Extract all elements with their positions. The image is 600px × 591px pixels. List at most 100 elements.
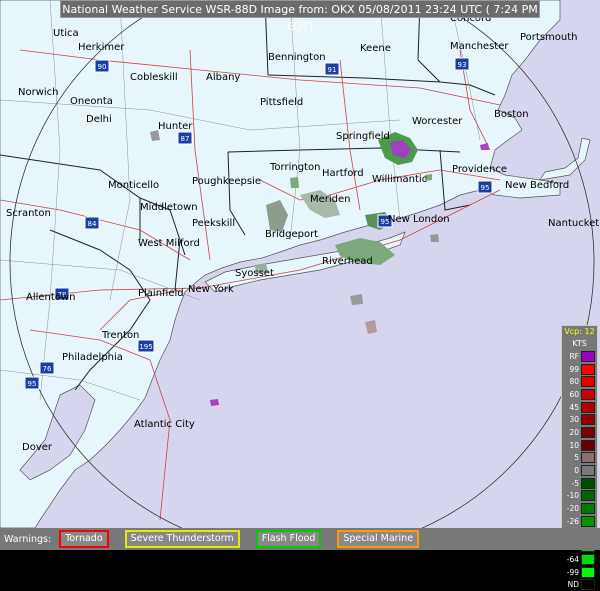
legend-label: RF xyxy=(569,351,579,361)
shield-i91: 91 xyxy=(324,62,340,76)
city-label: Plainfield xyxy=(138,288,184,299)
legend-row: 0 xyxy=(562,464,597,477)
svg-text:91: 91 xyxy=(328,66,337,74)
legend-row: RF xyxy=(562,350,597,363)
city-label: Keene xyxy=(360,43,391,54)
city-label: Manchester xyxy=(450,41,509,52)
legend-row: -20 xyxy=(562,502,597,515)
legend-label: -99 xyxy=(566,567,579,577)
city-label: Bridgeport xyxy=(265,229,318,240)
city-label: New York xyxy=(188,284,234,295)
legend-swatch xyxy=(581,426,595,438)
legend-row: 5 xyxy=(562,452,597,465)
legend-rows: RF9980604530201050-5-10-20-26-36-50-64-9… xyxy=(562,350,597,591)
legend-swatch xyxy=(581,376,595,388)
shield-i95-pa: 95 xyxy=(24,376,40,390)
svg-text:95: 95 xyxy=(28,380,37,388)
city-label: Utica xyxy=(53,28,79,39)
radar-map: 90 93 91 87 95 84 78 195 95 76 95 Utica … xyxy=(0,0,600,528)
radar-title: National Weather Service WSR-88D Image f… xyxy=(60,0,540,33)
city-label: Pittsfield xyxy=(260,97,303,108)
city-label: Allentown xyxy=(26,292,75,303)
city-label: Willimantic xyxy=(372,174,427,185)
city-label: Scranton xyxy=(6,208,51,219)
city-label: Monticello xyxy=(108,180,159,191)
legend-label: -20 xyxy=(566,504,579,514)
tornado-warning-toggle[interactable]: Tornado xyxy=(59,530,109,548)
city-label: Poughkeepsie xyxy=(192,176,261,187)
legend-swatch xyxy=(581,515,595,527)
legend-row: -99 xyxy=(562,566,597,579)
legend-label: 20 xyxy=(569,427,579,437)
legend-row: 99 xyxy=(562,363,597,376)
legend-label: 60 xyxy=(569,389,579,399)
legend-label: 0 xyxy=(574,466,579,476)
city-label: Oneonta xyxy=(70,96,113,107)
legend-swatch xyxy=(581,401,595,413)
shield-i195: 195 xyxy=(137,339,155,353)
city-label: Worcester xyxy=(412,116,463,127)
city-label: Cobleskill xyxy=(130,72,178,83)
city-label: Springfield xyxy=(336,131,390,142)
city-label: Atlantic City xyxy=(134,419,195,430)
legend-swatch xyxy=(581,388,595,400)
legend-swatch xyxy=(581,579,595,591)
legend-row: -5 xyxy=(562,477,597,490)
legend-label: -5 xyxy=(571,478,579,488)
svg-text:76: 76 xyxy=(43,365,52,373)
legend-swatch xyxy=(581,477,595,489)
legend-row: 10 xyxy=(562,439,597,452)
city-label: New London xyxy=(388,214,450,225)
legend-swatch xyxy=(581,350,595,362)
city-label: Norwich xyxy=(18,87,59,98)
city-label: Herkimer xyxy=(78,42,125,53)
svg-text:93: 93 xyxy=(458,61,467,69)
legend-row: -10 xyxy=(562,490,597,503)
city-label: Dover xyxy=(22,442,53,453)
legend-swatch xyxy=(581,503,595,515)
legend-label: -10 xyxy=(566,491,579,501)
city-label: Hunter xyxy=(158,121,193,132)
city-label: Middletown xyxy=(140,202,198,213)
svg-text:84: 84 xyxy=(88,220,97,228)
city-label: Bennington xyxy=(268,52,326,63)
special-marine-warning-toggle[interactable]: Special Marine xyxy=(337,530,420,548)
legend-swatch xyxy=(581,553,595,565)
radar-frame: 90 93 91 87 95 84 78 195 95 76 95 Utica … xyxy=(0,0,600,591)
legend-label: 80 xyxy=(569,377,579,387)
legend-label: 45 xyxy=(569,402,579,412)
city-label: Boston xyxy=(494,109,529,120)
svg-text:87: 87 xyxy=(181,135,190,143)
legend-label: 5 xyxy=(574,453,579,463)
legend-label: ND xyxy=(567,580,579,590)
legend-row: 30 xyxy=(562,413,597,426)
legend-swatch xyxy=(581,490,595,502)
legend-row: -26 xyxy=(562,515,597,528)
svg-text:95: 95 xyxy=(481,184,490,192)
legend-swatch xyxy=(581,414,595,426)
city-label: Philadelphia xyxy=(62,352,123,363)
legend-label: 30 xyxy=(569,415,579,425)
shield-i93: 93 xyxy=(454,57,470,71)
legend-label: 99 xyxy=(569,364,579,374)
city-label: Riverhead xyxy=(322,256,373,267)
shield-i76: 76 xyxy=(39,361,55,375)
legend-label: -64 xyxy=(566,554,579,564)
legend-unit: KTS xyxy=(572,339,587,348)
legend-swatch xyxy=(581,439,595,451)
city-label: West Milford xyxy=(138,238,200,249)
city-label: Albany xyxy=(206,72,240,83)
legend-row: 20 xyxy=(562,426,597,439)
warnings-bar: Warnings: Tornado Severe Thunderstorm Fl… xyxy=(0,528,600,550)
legend-label: 10 xyxy=(569,440,579,450)
city-label: Trenton xyxy=(101,330,139,341)
city-label: Portsmouth xyxy=(520,32,578,43)
city-label: Nantucket xyxy=(548,218,599,229)
legend-swatch xyxy=(581,452,595,464)
legend-row: -64 xyxy=(562,553,597,566)
severe-thunderstorm-warning-toggle[interactable]: Severe Thunderstorm xyxy=(124,530,240,548)
shield-i95-ri: 95 xyxy=(477,180,493,194)
velocity-legend: Vcp: 12 KTS RF 99 80 60 45 30 20 10 5 0 -5 -10 -20 -2… xyxy=(561,325,598,591)
flash-flood-warning-toggle[interactable]: Flash Flood xyxy=(255,530,322,548)
svg-text:195: 195 xyxy=(139,343,152,351)
